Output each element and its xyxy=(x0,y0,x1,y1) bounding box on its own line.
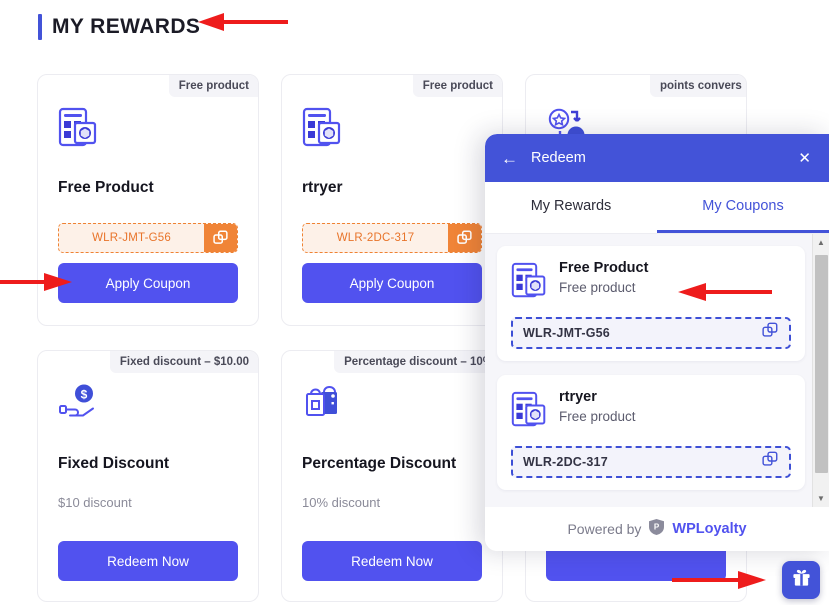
copy-icon[interactable] xyxy=(762,451,779,473)
page-title-container: MY REWARDS xyxy=(38,14,200,40)
tab-my-rewards[interactable]: My Rewards xyxy=(485,182,657,233)
modal-tabs: My Rewards My Coupons xyxy=(485,182,829,234)
coupon-item-text: Free Product Free product xyxy=(559,260,648,295)
coupon-code-chip[interactable]: WLR-JMT-G56 xyxy=(58,223,238,253)
wployalty-shield-icon: P xyxy=(648,518,665,541)
reward-card-name: Percentage Discount xyxy=(302,455,457,472)
tab-my-coupons[interactable]: My Coupons xyxy=(657,182,829,233)
scrollbar-track[interactable] xyxy=(813,251,829,490)
modal-scrollbar[interactable]: ▲ ▼ xyxy=(812,234,829,507)
coupon-code-chip[interactable]: WLR-2DC-317 xyxy=(302,223,482,253)
coupon-item-head: Free Product Free product xyxy=(511,260,791,305)
copy-icon[interactable] xyxy=(448,224,481,252)
apply-coupon-button[interactable]: Apply Coupon xyxy=(302,263,482,303)
modal-header: ← Redeem ✕ xyxy=(485,134,829,182)
modal-body: Free Product Free product WLR-JMT-G56 rt… xyxy=(485,234,829,507)
coupon-code-text: WLR-JMT-G56 xyxy=(92,232,171,244)
gift-launcher-button[interactable] xyxy=(782,561,820,599)
coupon-code-box[interactable]: WLR-2DC-317 xyxy=(511,446,791,478)
free-product-icon xyxy=(511,262,547,305)
svg-text:$: $ xyxy=(81,388,88,402)
coupon-code-box[interactable]: WLR-JMT-G56 xyxy=(511,317,791,349)
coupon-code-text: WLR-2DC-317 xyxy=(523,455,608,469)
coupon-list-item[interactable]: rtryer Free product WLR-2DC-317 xyxy=(497,375,805,490)
back-arrow-icon[interactable]: ← xyxy=(501,150,518,167)
reward-card-badge: Percentage discount – 10% xyxy=(334,351,502,373)
reward-card-description: $10 discount xyxy=(58,495,132,510)
reward-card-badge: points convers xyxy=(650,75,746,97)
modal-title: Redeem xyxy=(531,150,586,166)
reward-card-name: Fixed Discount xyxy=(58,455,170,472)
gift-icon xyxy=(792,568,811,592)
wployalty-brand-label: WPLoyalty xyxy=(672,521,747,537)
redeem-widget-modal: ← Redeem ✕ My Rewards My Coupons Free Pr… xyxy=(485,134,829,551)
copy-icon[interactable] xyxy=(762,322,779,344)
redeem-now-button[interactable]: Redeem Now xyxy=(302,541,482,581)
close-icon[interactable]: ✕ xyxy=(794,147,815,169)
copy-icon[interactable] xyxy=(204,224,237,252)
page-title: MY REWARDS xyxy=(52,15,201,38)
scrollbar-thumb[interactable] xyxy=(814,255,828,473)
reward-card-name: Free Product xyxy=(58,179,154,196)
free-product-icon xyxy=(302,107,482,153)
title-accent-bar xyxy=(38,14,42,40)
reward-card-badge: Free product xyxy=(168,75,258,97)
scroll-up-icon[interactable]: ▲ xyxy=(813,234,829,251)
powered-by-label: Powered by xyxy=(567,521,642,537)
rewards-page: MY REWARDS Free product Free Product WLR… xyxy=(0,0,829,605)
reward-card-free-product[interactable]: Free product Free Product WLR-JMT-G56 Ap… xyxy=(37,74,259,326)
modal-footer: Powered by P WPLoyalty xyxy=(485,507,829,551)
shopping-bags-icon xyxy=(302,383,482,429)
reward-card-rtryer[interactable]: Free product rtryer WLR-2DC-317 Apply Co… xyxy=(281,74,503,326)
hand-coin-icon: $ xyxy=(58,383,238,429)
coupon-list-item[interactable]: Free Product Free product WLR-JMT-G56 xyxy=(497,246,805,361)
coupon-item-head: rtryer Free product xyxy=(511,389,791,434)
svg-text:P: P xyxy=(654,522,660,531)
reward-card-name: rtryer xyxy=(302,179,343,196)
reward-card-badge: Fixed discount – $10.00 xyxy=(109,351,258,373)
apply-coupon-button[interactable]: Apply Coupon xyxy=(58,263,238,303)
annotation-arrow-title xyxy=(198,13,288,31)
reward-card-percentage-discount[interactable]: Percentage discount – 10% Percentage Dis… xyxy=(281,350,503,602)
reward-card-fixed-discount[interactable]: Fixed discount – $10.00 $ Fixed Discount… xyxy=(37,350,259,602)
coupon-code-text: WLR-JMT-G56 xyxy=(523,326,610,340)
coupon-list-item-description: Free product xyxy=(559,280,636,295)
coupon-list-item-title: Free Product xyxy=(559,260,649,276)
free-product-icon xyxy=(58,107,238,153)
coupon-item-text: rtryer Free product xyxy=(559,389,636,424)
reward-card-badge: Free product xyxy=(412,75,502,97)
coupon-code-text: WLR-2DC-317 xyxy=(336,232,415,244)
coupon-list-item-title: rtryer xyxy=(559,389,597,405)
scroll-down-icon[interactable]: ▼ xyxy=(813,490,829,507)
redeem-now-button[interactable]: Redeem Now xyxy=(58,541,238,581)
free-product-icon xyxy=(511,391,547,434)
reward-card-description: 10% discount xyxy=(302,495,381,510)
coupon-list-item-description: Free product xyxy=(559,409,636,424)
